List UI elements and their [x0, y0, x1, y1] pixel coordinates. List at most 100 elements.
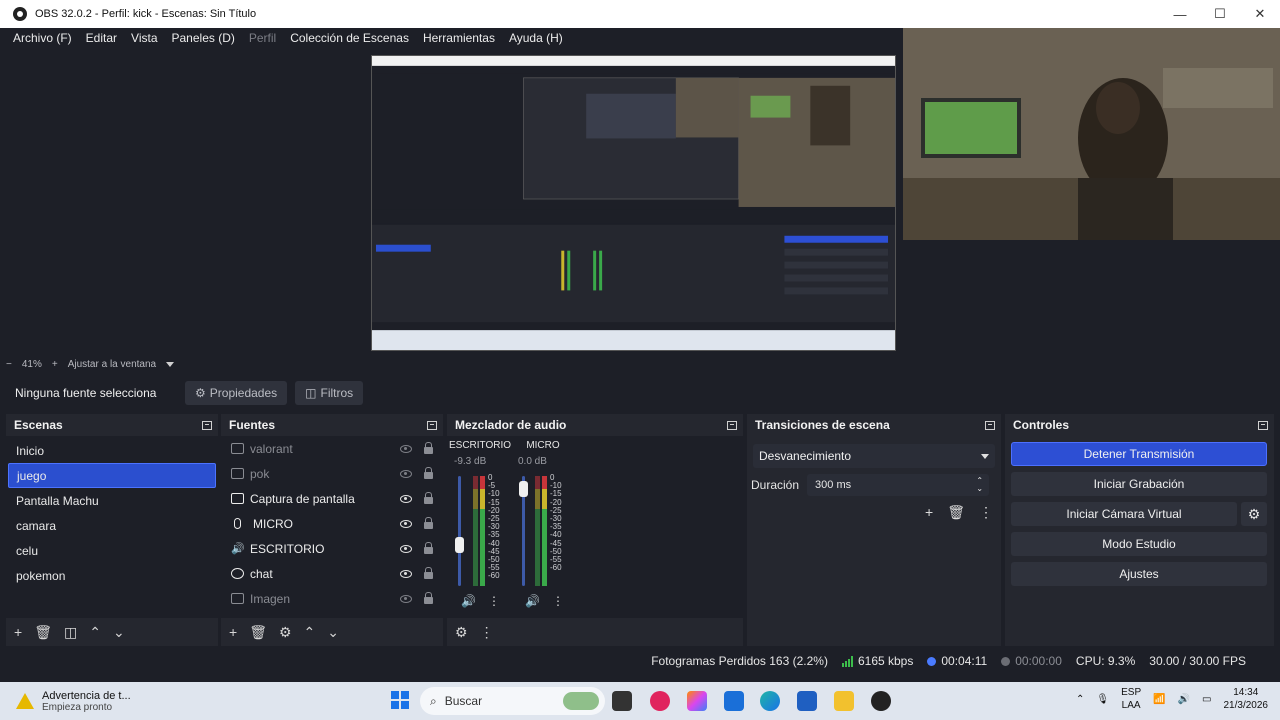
fit-to-window-button[interactable]: Ajustar a la ventana — [68, 359, 156, 370]
move-up-button[interactable]: ⌃ — [89, 624, 101, 641]
virtual-camera-settings-button[interactable]: ⚙ — [1241, 502, 1267, 526]
menu-help[interactable]: Ayuda (H) — [502, 31, 570, 45]
remove-source-button[interactable]: 🗑 — [249, 624, 267, 641]
stop-stream-button[interactable]: Detener Transmisión — [1011, 442, 1267, 466]
menu-docks[interactable]: Paneles (D) — [165, 31, 242, 45]
wifi-icon[interactable]: 📶 — [1153, 694, 1165, 705]
source-item-chat[interactable]: chat — [221, 561, 443, 586]
microphone-tray-icon[interactable]: 🎙 — [1096, 694, 1109, 705]
scene-item-pantalla-machu[interactable]: Pantalla Machu — [8, 488, 216, 513]
scene-filters-button[interactable]: ◫ — [64, 624, 77, 641]
duration-spinbox[interactable]: 300 ms ⌃ ⌄ — [807, 474, 990, 496]
language-indicator[interactable]: ESP LAA — [1121, 686, 1141, 712]
lock-toggle[interactable] — [421, 542, 435, 555]
edge-icon[interactable] — [760, 691, 780, 711]
visibility-toggle[interactable] — [399, 543, 413, 555]
battery-icon[interactable]: ▭ — [1202, 694, 1211, 705]
add-source-button[interactable]: + — [229, 624, 237, 640]
copilot-icon[interactable] — [687, 691, 707, 711]
source-item-escritorio[interactable]: 🔊 ESCRITORIO — [221, 536, 443, 561]
zoom-dropdown-icon[interactable] — [166, 361, 175, 367]
properties-button[interactable]: ⚙ Propiedades — [185, 381, 288, 405]
remove-transition-button[interactable]: 🗑 — [947, 504, 965, 521]
volume-fader-knob[interactable] — [455, 537, 464, 554]
preview-canvas[interactable] — [371, 55, 896, 351]
taskbar-search[interactable]: ⌕ Buscar — [420, 687, 605, 715]
zoom-in-button[interactable]: + — [52, 359, 58, 370]
lock-toggle[interactable] — [421, 467, 435, 480]
move-up-button[interactable]: ⌃ — [304, 624, 316, 641]
remove-scene-button[interactable]: 🗑 — [34, 624, 52, 641]
media-player-icon[interactable] — [650, 691, 670, 711]
undock-icon[interactable] — [1258, 420, 1268, 430]
visibility-toggle[interactable] — [399, 493, 413, 505]
menu-profile[interactable]: Perfil — [242, 31, 283, 45]
menu-view[interactable]: Vista — [124, 31, 164, 45]
add-scene-button[interactable]: + — [14, 624, 22, 640]
transition-menu-icon[interactable]: ⋮ — [979, 504, 993, 521]
mute-speaker-icon[interactable]: 🔊 — [525, 594, 540, 608]
source-item-micro[interactable]: MICRO — [221, 511, 443, 536]
menu-file[interactable]: Archivo (F) — [6, 31, 79, 45]
obs-taskbar-icon[interactable] — [871, 691, 891, 711]
zoom-out-button[interactable]: − — [6, 359, 12, 370]
move-down-button[interactable]: ⌄ — [327, 624, 339, 641]
lock-toggle[interactable] — [421, 442, 435, 455]
visibility-toggle[interactable] — [399, 568, 413, 580]
transition-select[interactable]: Desvanecimiento — [753, 444, 995, 468]
outlook-icon[interactable] — [724, 691, 744, 711]
source-item-valorant[interactable]: valorant — [221, 436, 443, 461]
undock-icon[interactable] — [427, 420, 437, 430]
windows-start-icon[interactable] — [391, 691, 409, 709]
maximize-button[interactable]: ☐ — [1200, 0, 1240, 28]
studio-mode-button[interactable]: Modo Estudio — [1011, 532, 1267, 556]
channel-menu-icon[interactable]: ⋮ — [552, 594, 564, 608]
volume-fader-knob[interactable] — [519, 480, 528, 497]
visibility-toggle[interactable] — [399, 593, 413, 605]
scene-item-juego[interactable]: juego — [8, 463, 216, 488]
source-item-pok[interactable]: pok — [221, 461, 443, 486]
settings-button[interactable]: Ajustes — [1011, 562, 1267, 586]
add-transition-button[interactable]: + — [925, 504, 933, 521]
channel-menu-icon[interactable]: ⋮ — [488, 594, 500, 608]
source-item-captura-de-pantalla[interactable]: Captura de pantalla — [221, 486, 443, 511]
mixer-menu-icon[interactable]: ⋮ — [480, 624, 494, 641]
menu-tools[interactable]: Herramientas — [416, 31, 502, 45]
store-icon[interactable] — [797, 691, 817, 711]
lock-toggle[interactable] — [421, 492, 435, 505]
lock-toggle[interactable] — [421, 592, 435, 605]
minimize-button[interactable]: — — [1160, 0, 1200, 28]
scene-item-celu[interactable]: celu — [8, 538, 216, 563]
start-virtual-camera-button[interactable]: Iniciar Cámara Virtual — [1011, 502, 1237, 526]
file-explorer-dark-icon[interactable] — [612, 691, 632, 711]
volume-icon[interactable]: 🔊 — [1178, 694, 1190, 705]
volume-fader-track[interactable] — [458, 476, 461, 586]
filters-button[interactable]: ◫ Filtros — [295, 381, 364, 405]
undock-icon[interactable] — [727, 420, 737, 430]
menu-edit[interactable]: Editar — [79, 31, 124, 45]
folder-icon[interactable] — [834, 691, 854, 711]
scene-item-pokemon[interactable]: pokemon — [8, 563, 216, 588]
tray-expand-icon[interactable]: ⌃ — [1076, 694, 1084, 705]
lock-toggle[interactable] — [421, 567, 435, 580]
source-properties-button[interactable]: ⚙ — [279, 624, 292, 641]
spin-arrows-icon[interactable]: ⌃ ⌄ — [976, 477, 983, 493]
menu-scene-collection[interactable]: Colección de Escenas — [283, 31, 416, 45]
scene-item-camara[interactable]: camara — [8, 513, 216, 538]
visibility-toggle[interactable] — [399, 443, 413, 455]
clock[interactable]: 14:34 21/3/2026 — [1224, 686, 1269, 712]
undock-icon[interactable] — [985, 420, 995, 430]
close-button[interactable]: ✕ — [1240, 0, 1280, 28]
start-recording-button[interactable]: Iniciar Grabación — [1011, 472, 1267, 496]
visibility-toggle[interactable] — [399, 518, 413, 530]
undock-icon[interactable] — [202, 420, 212, 430]
move-down-button[interactable]: ⌄ — [113, 624, 125, 641]
source-item-imagen[interactable]: Imagen — [221, 586, 443, 611]
lock-toggle[interactable] — [421, 517, 435, 530]
advanced-audio-gear-icon[interactable]: ⚙ — [455, 624, 468, 641]
weather-widget[interactable]: Advertencia de t... Empieza pronto — [16, 690, 216, 713]
source-label: chat — [250, 566, 273, 581]
visibility-toggle[interactable] — [399, 468, 413, 480]
scene-item-inicio[interactable]: Inicio — [8, 438, 216, 463]
mute-speaker-icon[interactable]: 🔊 — [461, 594, 476, 608]
